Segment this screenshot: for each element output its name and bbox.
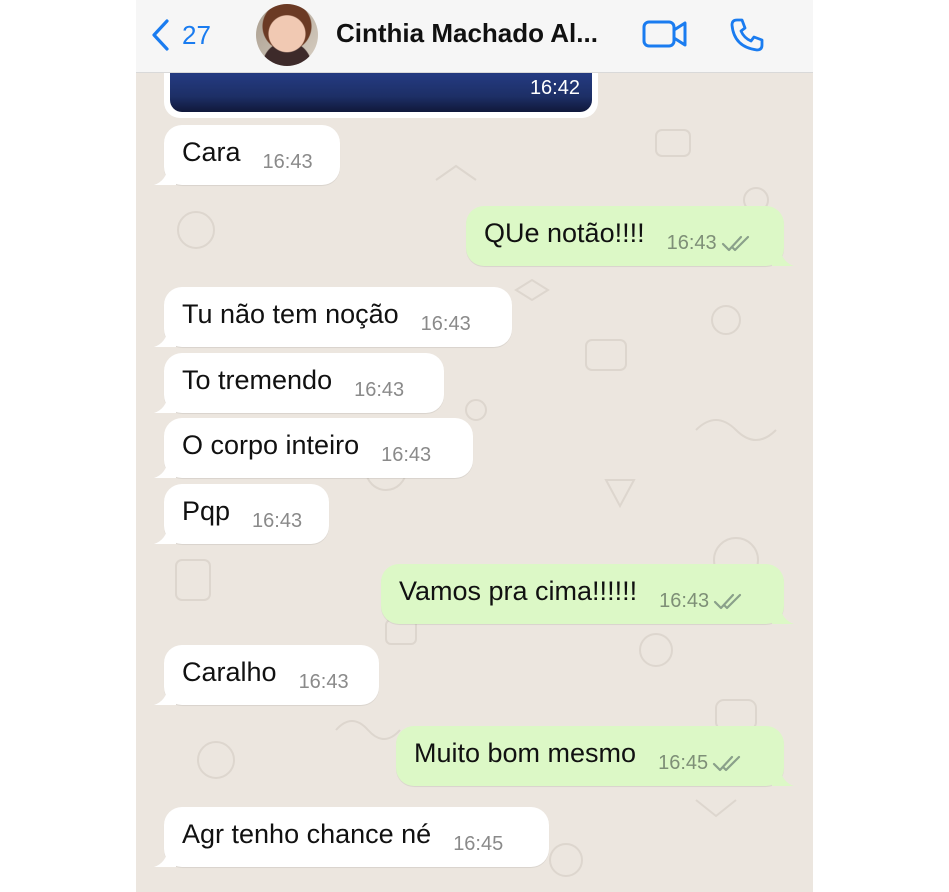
message-time: 16:43 xyxy=(354,378,405,401)
message-text: Vamos pra cima!!!!!! xyxy=(399,575,638,606)
contact-avatar[interactable] xyxy=(256,4,318,66)
message-time: 16:43 xyxy=(262,150,313,173)
message-time: 16:45 xyxy=(658,751,709,774)
bubble-tail xyxy=(154,526,176,544)
message-text: To tremendo xyxy=(182,364,333,395)
incoming-message[interactable]: Agr tenho chance né 16:45 xyxy=(154,807,549,867)
message-text: Cara xyxy=(182,136,241,167)
message-text: Pqp xyxy=(182,495,231,526)
bubble-tail xyxy=(772,606,794,624)
bubble-tail xyxy=(772,248,794,266)
chat-header: 27 Cinthia Machado Al... xyxy=(136,0,813,73)
message-text: Muito bom mesmo xyxy=(414,737,637,768)
bubble-tail xyxy=(154,329,176,347)
incoming-message[interactable]: Tu não tem noção 16:43 xyxy=(154,287,512,347)
message-text: Agr tenho chance né xyxy=(182,818,432,849)
message-time: 16:43 xyxy=(381,443,432,466)
double-check-icon xyxy=(721,235,749,252)
bubble-tail xyxy=(154,687,176,705)
double-check-icon xyxy=(713,755,741,772)
contact-name[interactable]: Cinthia Machado Al... xyxy=(336,18,598,49)
bubble-tail xyxy=(154,167,176,185)
message-time: 16:42 xyxy=(529,77,580,99)
chat-screen: 27 Cinthia Machado Al... 16:42 Cara 16:43… xyxy=(136,0,813,892)
message-time: 16:43 xyxy=(659,589,710,612)
back-button[interactable]: 27 xyxy=(150,18,211,52)
bubble-tail xyxy=(154,849,176,867)
incoming-message[interactable]: Caralho 16:43 xyxy=(154,645,379,705)
double-check-icon xyxy=(714,593,742,610)
message-text: QUe notão!!!! xyxy=(484,217,645,248)
incoming-message[interactable]: To tremendo 16:43 xyxy=(154,353,444,413)
message-time: 16:43 xyxy=(420,312,471,335)
outgoing-message[interactable]: QUe notão!!!! 16:43 xyxy=(466,206,794,266)
bubble-tail xyxy=(154,395,176,413)
incoming-message[interactable]: Pqp 16:43 xyxy=(154,484,329,544)
bubble-tail xyxy=(154,460,176,478)
chevron-left-icon xyxy=(152,19,169,51)
video-call-icon[interactable] xyxy=(642,18,688,50)
outgoing-message[interactable]: Muito bom mesmo 16:45 xyxy=(396,726,794,786)
message-time: 16:43 xyxy=(298,670,349,693)
bubble-tail xyxy=(772,768,794,786)
message-text: Caralho xyxy=(182,656,277,687)
outgoing-message[interactable]: Vamos pra cima!!!!!! 16:43 xyxy=(381,564,794,624)
message-text: O corpo inteiro xyxy=(182,429,360,460)
incoming-message[interactable]: Cara 16:43 xyxy=(154,125,340,185)
message-time: 16:43 xyxy=(252,509,303,532)
message-text: Tu não tem noção xyxy=(182,298,399,329)
phone-call-icon[interactable] xyxy=(728,16,766,54)
unread-count: 27 xyxy=(182,19,211,50)
message-time: 16:43 xyxy=(666,231,717,254)
message-time: 16:45 xyxy=(453,832,504,855)
incoming-message[interactable]: O corpo inteiro 16:43 xyxy=(154,418,473,478)
